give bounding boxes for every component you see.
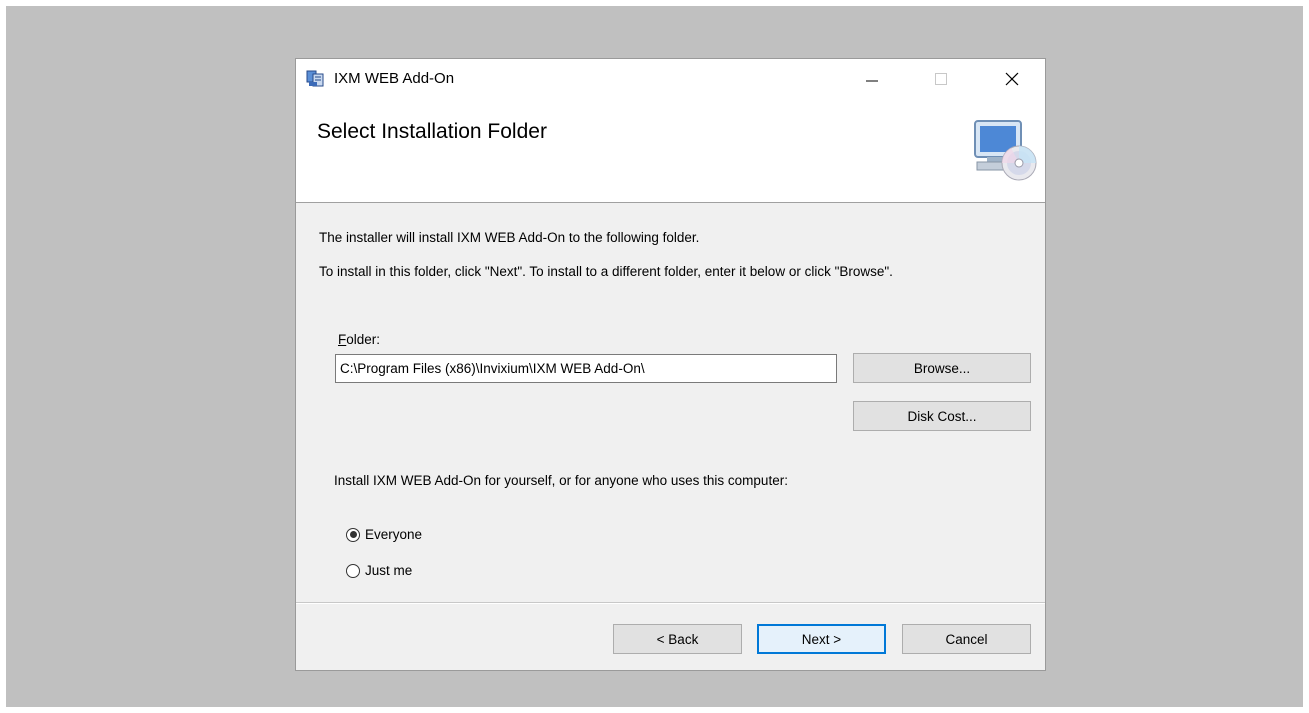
back-button[interactable]: < Back — [613, 624, 742, 654]
maximize-button — [918, 59, 964, 99]
minimize-icon — [866, 80, 878, 82]
footer-separator — [296, 602, 1045, 604]
radio-button-unselected[interactable] — [346, 563, 360, 578]
radio-just-me-label: Just me — [365, 563, 413, 578]
install-scope-text: Install IXM WEB Add-On for yourself, or … — [334, 473, 788, 488]
radio-button-selected[interactable] — [346, 527, 360, 542]
radio-just-me[interactable]: Just me — [346, 563, 412, 578]
close-icon — [1005, 72, 1019, 86]
window-title: IXM WEB Add-On — [334, 70, 455, 87]
installer-window: IXM WEB Add-On Select Installation Folde… — [295, 58, 1046, 671]
computer-cd-icon — [967, 115, 1039, 187]
browse-button[interactable]: Browse... — [853, 353, 1031, 383]
radio-everyone[interactable]: Everyone — [346, 527, 422, 542]
folder-path-input[interactable] — [335, 354, 837, 383]
disk-cost-button[interactable]: Disk Cost... — [853, 401, 1031, 431]
close-button[interactable] — [989, 59, 1035, 99]
title-bar[interactable]: IXM WEB Add-On — [296, 59, 1045, 99]
radio-everyone-label: Everyone — [365, 527, 423, 542]
page-title: Select Installation Folder — [317, 120, 547, 143]
folder-label: Folder: — [338, 332, 380, 347]
folder-label-mnemonic: F — [338, 332, 347, 347]
cancel-button[interactable]: Cancel — [902, 624, 1031, 654]
next-button[interactable]: Next > — [757, 624, 886, 654]
installer-app-icon — [305, 68, 325, 88]
wizard-header: Select Installation Folder — [296, 99, 1045, 203]
folder-label-rest: older: — [346, 332, 381, 347]
minimize-button[interactable] — [849, 59, 895, 99]
install-location-text: The installer will install IXM WEB Add-O… — [319, 230, 700, 245]
maximize-icon — [935, 73, 947, 85]
instructions-text: To install in this folder, click "Next".… — [319, 264, 893, 279]
